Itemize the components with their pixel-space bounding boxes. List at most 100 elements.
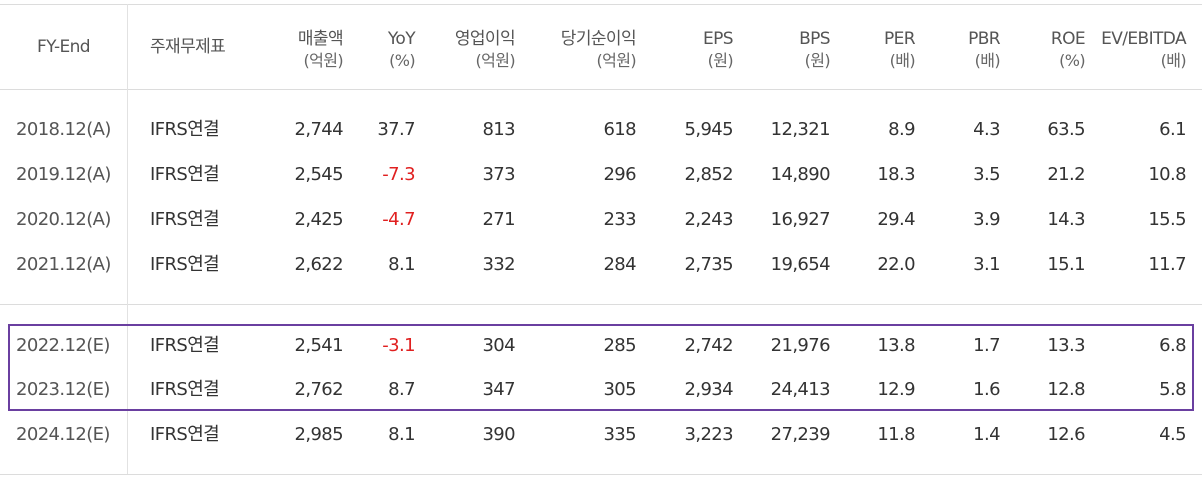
cell-sales: 2,622: [294, 254, 343, 275]
cell-sales: 2,545: [294, 164, 343, 185]
cell-bps: 24,413: [770, 379, 831, 400]
cell-per: 8.9: [888, 119, 915, 140]
cell-main-statement: IFRS연결: [150, 424, 220, 445]
cell-per: 29.4: [877, 209, 915, 230]
cell-ev-ebitda: 6.8: [1159, 335, 1186, 356]
cell-fy-end: 2021.12(A): [16, 254, 111, 275]
header-operating-profit-unit: (억원): [475, 51, 515, 70]
header-roe: ROE (%): [1005, 28, 1086, 72]
cell-operating-profit: 271: [482, 209, 515, 230]
header-yoy-unit: (%): [389, 51, 415, 70]
cell-yoy: -4.7: [382, 209, 415, 230]
cell-main-statement: IFRS연결: [150, 164, 220, 185]
cell-per: 13.8: [877, 335, 915, 356]
cell-eps: 5,945: [684, 119, 733, 140]
header-sales-unit: (억원): [303, 51, 343, 70]
cell-eps: 2,934: [684, 379, 733, 400]
cell-roe: 63.5: [1047, 119, 1085, 140]
cell-bps: 27,239: [770, 424, 831, 445]
cell-pbr: 1.4: [973, 424, 1000, 445]
cell-pbr: 3.1: [973, 254, 1000, 275]
cell-yoy: -7.3: [382, 164, 415, 185]
cell-eps: 2,852: [684, 164, 733, 185]
cell-main-statement: IFRS연결: [150, 119, 220, 140]
cell-bps: 14,890: [770, 164, 831, 185]
header-roe-label: ROE: [1050, 29, 1086, 49]
header-ev-ebitda-label: EV/EBITDA: [1101, 29, 1187, 49]
cell-net-income: 305: [603, 379, 636, 400]
header-net-income-unit: (억원): [596, 51, 636, 70]
header-operating-profit-label: 영업이익: [454, 29, 516, 49]
fy-column-divider: [127, 4, 128, 474]
cell-roe: 14.3: [1047, 209, 1085, 230]
cell-sales: 2,425: [294, 209, 343, 230]
header-net-income: 당기순이익 (억원): [516, 28, 637, 72]
group-divider-top: [0, 304, 1202, 305]
cell-net-income: 233: [603, 209, 636, 230]
header-yoy: YoY (%): [335, 28, 416, 72]
table-bottom-border: [0, 474, 1202, 475]
cell-per: 18.3: [877, 164, 915, 185]
cell-yoy: 37.7: [377, 119, 415, 140]
header-per-label: PER: [883, 29, 916, 49]
header-eps: EPS (원): [653, 28, 734, 72]
cell-roe: 15.1: [1047, 254, 1085, 275]
header-per: PER (배): [835, 28, 916, 72]
header-roe-unit: (%): [1059, 51, 1085, 70]
cell-operating-profit: 347: [482, 379, 515, 400]
financial-summary-table: FY-End 주재무제표 매출액 (억원) YoY (%) 영업이익 (억원) …: [0, 0, 1202, 481]
header-pbr: PBR (배): [920, 28, 1001, 72]
cell-ev-ebitda: 11.7: [1148, 254, 1186, 275]
table-top-border: [0, 4, 1202, 5]
cell-yoy: 8.1: [388, 424, 415, 445]
cell-fy-end: 2024.12(E): [16, 424, 110, 445]
cell-operating-profit: 332: [482, 254, 515, 275]
cell-main-statement: IFRS연결: [150, 379, 220, 400]
cell-operating-profit: 304: [482, 335, 515, 356]
cell-ev-ebitda: 6.1: [1159, 119, 1186, 140]
cell-sales: 2,985: [294, 424, 343, 445]
cell-net-income: 296: [603, 164, 636, 185]
cell-yoy: 8.7: [388, 379, 415, 400]
cell-sales: 2,744: [294, 119, 343, 140]
cell-pbr: 4.3: [973, 119, 1000, 140]
cell-ev-ebitda: 5.8: [1159, 379, 1186, 400]
cell-operating-profit: 390: [482, 424, 515, 445]
cell-bps: 12,321: [770, 119, 831, 140]
cell-eps: 2,735: [684, 254, 733, 275]
header-pbr-label: PBR: [968, 29, 1001, 49]
header-yoy-label: YoY: [387, 29, 416, 49]
cell-pbr: 3.5: [973, 164, 1000, 185]
cell-ev-ebitda: 15.5: [1148, 209, 1186, 230]
header-main-statement: 주재무제표: [150, 37, 226, 57]
cell-pbr: 1.7: [973, 335, 1000, 356]
cell-yoy: 8.1: [388, 254, 415, 275]
cell-roe: 12.8: [1047, 379, 1085, 400]
cell-fy-end: 2023.12(E): [16, 379, 110, 400]
cell-main-statement: IFRS연결: [150, 335, 220, 356]
cell-bps: 16,927: [770, 209, 831, 230]
header-ev-ebitda-unit: (배): [1160, 51, 1187, 70]
header-eps-label: EPS: [703, 29, 734, 49]
header-pbr-unit: (배): [974, 51, 1001, 70]
header-sales: 매출액 (억원): [243, 28, 344, 72]
cell-eps: 2,243: [684, 209, 733, 230]
cell-roe: 12.6: [1047, 424, 1085, 445]
cell-fy-end: 2019.12(A): [16, 164, 111, 185]
cell-operating-profit: 373: [482, 164, 515, 185]
cell-main-statement: IFRS연결: [150, 209, 220, 230]
cell-roe: 13.3: [1047, 335, 1085, 356]
cell-ev-ebitda: 10.8: [1148, 164, 1186, 185]
cell-roe: 21.2: [1047, 164, 1085, 185]
header-ev-ebitda: EV/EBITDA (배): [1090, 28, 1187, 72]
header-fy-end: FY-End: [37, 37, 91, 57]
header-net-income-label: 당기순이익: [560, 29, 637, 49]
header-bottom-border: [0, 89, 1202, 90]
header-bps-unit: (원): [804, 51, 831, 70]
header-bps: BPS (원): [750, 28, 831, 72]
header-bps-label: BPS: [799, 29, 831, 49]
cell-net-income: 285: [603, 335, 636, 356]
cell-operating-profit: 813: [482, 119, 515, 140]
cell-yoy: -3.1: [382, 335, 415, 356]
header-operating-profit: 영업이익 (억원): [415, 28, 516, 72]
